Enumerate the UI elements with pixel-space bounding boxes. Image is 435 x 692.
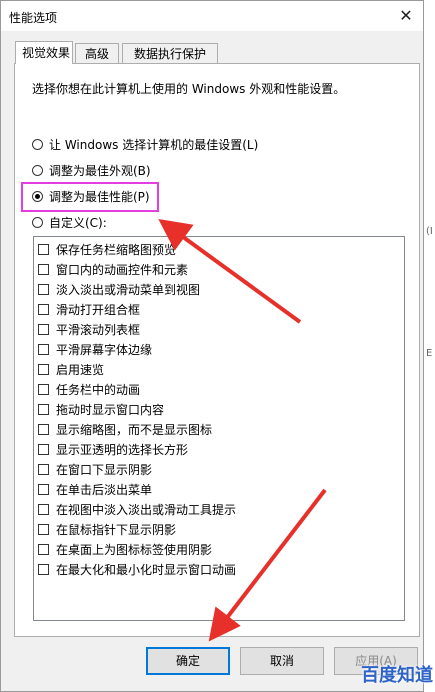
tab-visual-effects[interactable]: 视觉效果 bbox=[15, 41, 73, 64]
checkbox-label: 在桌面上为图标标签使用阴影 bbox=[56, 542, 213, 557]
radio-label: 调整为最佳外观(B) bbox=[49, 163, 151, 178]
checkbox-label: 在最大化和最小化时显示窗口动画 bbox=[56, 562, 237, 577]
checkbox[interactable] bbox=[38, 483, 49, 495]
list-item[interactable]: 平滑滚动列表框 bbox=[38, 320, 140, 338]
checkbox-label: 平滑屏幕字体边缘 bbox=[56, 342, 153, 357]
checkbox[interactable] bbox=[38, 463, 49, 475]
checkbox[interactable] bbox=[38, 543, 49, 555]
radio-button[interactable] bbox=[32, 216, 43, 228]
performance-options-dialog: 性能选项 ✕ 视觉效果 高级 数据执行保护 选择你想在此计算机上使用的 Wind… bbox=[0, 0, 424, 692]
visual-effects-list[interactable]: 保存任务栏缩略图预览 窗口内的动画控件和元素 淡入淡出或滑动菜单到视图 滑动打开… bbox=[33, 236, 405, 621]
list-item[interactable]: 在桌面上为图标标签使用阴影 bbox=[38, 540, 212, 558]
checkbox-label: 在窗口下显示阴影 bbox=[56, 462, 153, 477]
checkbox[interactable] bbox=[38, 423, 49, 435]
radio-best-performance[interactable]: 调整为最佳性能(P) bbox=[32, 187, 150, 205]
radio-label: 调整为最佳性能(P) bbox=[49, 189, 150, 204]
list-item[interactable]: 显示亚透明的选择长方形 bbox=[38, 440, 188, 458]
checkbox-label: 在视图中淡入淡出或滑动工具提示 bbox=[56, 502, 237, 517]
checkbox[interactable] bbox=[38, 403, 49, 415]
checkbox[interactable] bbox=[38, 243, 49, 255]
checkbox-label: 任务栏中的动画 bbox=[56, 382, 141, 397]
radio-custom[interactable]: 自定义(C): bbox=[32, 213, 107, 231]
checkbox-label: 保存任务栏缩略图预览 bbox=[56, 242, 177, 257]
checkbox-label: 显示亚透明的选择长方形 bbox=[56, 442, 189, 457]
radio-label: 让 Windows 选择计算机的最佳设置(L) bbox=[49, 137, 259, 152]
list-item[interactable]: 任务栏中的动画 bbox=[38, 380, 140, 398]
visual-effects-panel: 选择你想在此计算机上使用的 Windows 外观和性能设置。 让 Windows… bbox=[14, 63, 420, 637]
checkbox[interactable] bbox=[38, 383, 49, 395]
window-title: 性能选项 bbox=[9, 11, 58, 25]
radio-let-windows-choose[interactable]: 让 Windows 选择计算机的最佳设置(L) bbox=[32, 135, 258, 153]
panel-description: 选择你想在此计算机上使用的 Windows 外观和性能设置。 bbox=[32, 82, 346, 96]
list-item[interactable]: 保存任务栏缩略图预览 bbox=[38, 240, 176, 258]
list-item[interactable]: 在鼠标指针下显示阴影 bbox=[38, 520, 176, 538]
radio-label: 自定义(C): bbox=[49, 215, 107, 230]
list-item[interactable]: 淡入淡出或滑动菜单到视图 bbox=[38, 280, 200, 298]
background-window-strip: (I E bbox=[424, 0, 435, 692]
checkbox[interactable] bbox=[38, 503, 49, 515]
checkbox[interactable] bbox=[38, 263, 49, 275]
radio-button[interactable] bbox=[32, 164, 43, 176]
radio-button-selected[interactable] bbox=[32, 190, 43, 202]
title-bar[interactable]: 性能选项 ✕ bbox=[1, 1, 423, 31]
list-item[interactable]: 显示缩略图，而不是显示图标 bbox=[38, 420, 212, 438]
tab-advanced[interactable]: 高级 bbox=[75, 43, 119, 63]
list-item[interactable]: 拖动时显示窗口内容 bbox=[38, 400, 164, 418]
background-text: (I bbox=[426, 226, 433, 237]
background-text: E bbox=[426, 348, 433, 359]
radio-best-appearance[interactable]: 调整为最佳外观(B) bbox=[32, 161, 151, 179]
checkbox-label: 在鼠标指针下显示阴影 bbox=[56, 522, 177, 537]
close-icon[interactable]: ✕ bbox=[395, 5, 417, 27]
checkbox[interactable] bbox=[38, 523, 49, 535]
checkbox[interactable] bbox=[38, 283, 49, 295]
checkbox-label: 窗口内的动画控件和元素 bbox=[56, 262, 189, 277]
list-item[interactable]: 在视图中淡入淡出或滑动工具提示 bbox=[38, 500, 236, 518]
list-item[interactable]: 滑动打开组合框 bbox=[38, 300, 140, 318]
radio-button[interactable] bbox=[32, 138, 43, 150]
list-item[interactable]: 在最大化和最小化时显示窗口动画 bbox=[38, 560, 236, 578]
list-item[interactable]: 在单击后淡出菜单 bbox=[38, 480, 152, 498]
checkbox[interactable] bbox=[38, 563, 49, 575]
checkbox[interactable] bbox=[38, 343, 49, 355]
checkbox-label: 淡入淡出或滑动菜单到视图 bbox=[56, 282, 201, 297]
checkbox-label: 平滑滚动列表框 bbox=[56, 322, 141, 337]
list-item[interactable]: 窗口内的动画控件和元素 bbox=[38, 260, 188, 278]
checkbox-label: 拖动时显示窗口内容 bbox=[56, 402, 165, 417]
list-item[interactable]: 在窗口下显示阴影 bbox=[38, 460, 152, 478]
checkbox-label: 在单击后淡出菜单 bbox=[56, 482, 153, 497]
checkbox-label: 滑动打开组合框 bbox=[56, 302, 141, 317]
checkbox-label: 启用速览 bbox=[56, 362, 105, 377]
list-item[interactable]: 平滑屏幕字体边缘 bbox=[38, 340, 152, 358]
cancel-button[interactable]: 取消 bbox=[240, 647, 324, 675]
checkbox[interactable] bbox=[38, 443, 49, 455]
tab-data-execution-prevention[interactable]: 数据执行保护 bbox=[122, 43, 218, 63]
watermark-logo: 百度知道 bbox=[361, 665, 433, 686]
checkbox-label: 显示缩略图，而不是显示图标 bbox=[56, 422, 213, 437]
list-item[interactable]: 启用速览 bbox=[38, 360, 104, 378]
checkbox[interactable] bbox=[38, 323, 49, 335]
ok-button[interactable]: 确定 bbox=[146, 647, 230, 675]
checkbox[interactable] bbox=[38, 363, 49, 375]
checkbox[interactable] bbox=[38, 303, 49, 315]
